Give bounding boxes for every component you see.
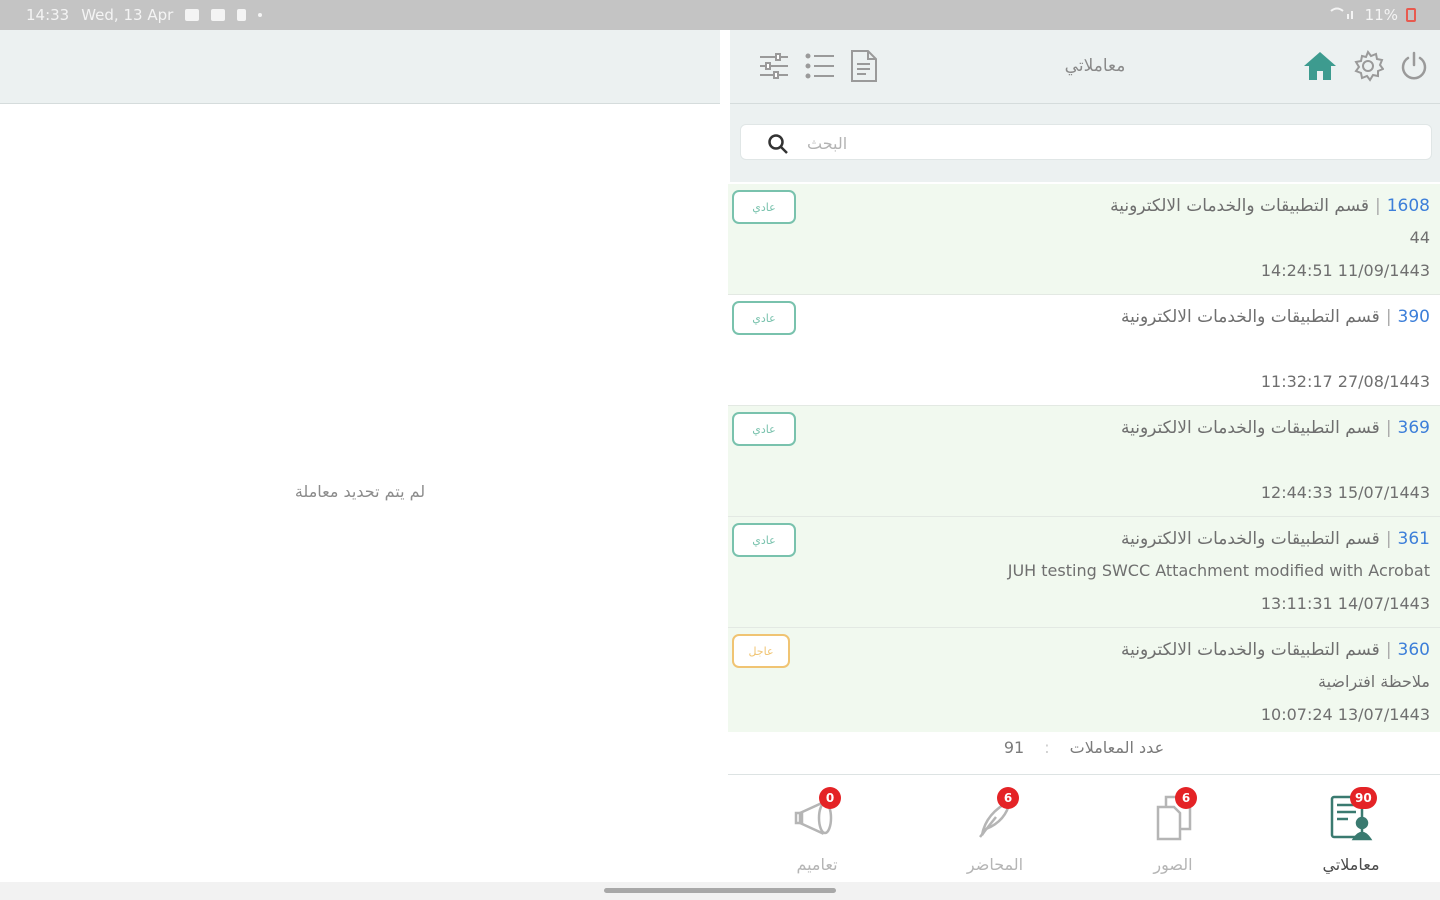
tab-badge: 0: [819, 787, 841, 809]
transaction-number: 360: [1397, 640, 1430, 660]
transaction-row[interactable]: 390|قسم التطبيقات والخدمات الالكترونية 1…: [728, 295, 1440, 406]
transaction-department: قسم التطبيقات والخدمات الالكترونية: [1120, 307, 1380, 327]
detail-toolbar: [0, 30, 730, 104]
transaction-count: 91: عدد المعاملات: [1003, 738, 1165, 757]
home-gesture-handle[interactable]: [604, 888, 836, 893]
list-view-button[interactable]: [802, 50, 838, 86]
transaction-datetime: 11:32:17 27/08/1443: [1260, 372, 1430, 391]
transaction-number: 390: [1397, 307, 1430, 327]
tab-my-transactions[interactable]: 90 معاملاتي: [1262, 775, 1440, 883]
gallery-notification-icon: [185, 9, 200, 21]
logout-button[interactable]: [1396, 50, 1432, 86]
tab-circulars[interactable]: 0 تعاميم: [728, 775, 906, 883]
search-box[interactable]: [740, 124, 1432, 160]
priority-badge: عاجل: [732, 634, 790, 668]
list-icon: [804, 50, 836, 86]
transaction-row[interactable]: 1608|قسم التطبيقات والخدمات الالكترونية …: [728, 184, 1440, 295]
priority-badge: عادي: [732, 412, 796, 446]
tab-label: الصور: [1153, 855, 1193, 874]
tab-minutes[interactable]: 6 المحاضر: [906, 775, 1084, 883]
transaction-datetime: 13:11:31 14/07/1443: [1260, 594, 1430, 613]
battery-saver-icon: [237, 9, 247, 21]
transaction-number: 361: [1397, 529, 1430, 549]
youtube-notification-icon: [211, 9, 226, 21]
status-date: Wed, 13 Apr: [81, 6, 174, 24]
priority-badge: عادي: [732, 523, 796, 557]
wifi-signal-icon: [1329, 6, 1357, 24]
transaction-subject: ملاحظة افتراضية: [1318, 672, 1430, 691]
tab-badge: 6: [997, 787, 1019, 809]
system-nav-bar: [0, 882, 1440, 900]
detail-pane: لم يتم تحديد معاملة: [0, 30, 730, 882]
more-notifications-icon: [258, 13, 263, 17]
status-bar: 14:33 Wed, 13 Apr 11%: [0, 0, 1440, 30]
transaction-datetime: 14:24:51 11/09/1443: [1260, 261, 1430, 280]
sliders-icon: [758, 50, 790, 86]
transaction-subject: JUH testing SWCC Attachment modified wit…: [1007, 561, 1430, 580]
transaction-number: 1608: [1386, 196, 1430, 216]
transaction-datetime: 10:07:24 13/07/1443: [1260, 705, 1430, 724]
settings-button[interactable]: [1350, 49, 1386, 86]
transaction-department: قسم التطبيقات والخدمات الالكترونية: [1120, 640, 1380, 660]
transaction-list: 1608|قسم التطبيقات والخدمات الالكترونية …: [728, 184, 1440, 732]
priority-badge: عادي: [732, 190, 796, 224]
search-area: [730, 104, 1440, 182]
tab-label: المحاضر: [966, 855, 1024, 874]
transaction-row[interactable]: 361|قسم التطبيقات والخدمات الالكترونية J…: [728, 517, 1440, 628]
bottom-tab-bar: 0 تعاميم 6 المحاضر 6 الصور 90 معاملاتي: [728, 774, 1440, 882]
count-label: عدد المعاملات: [1069, 738, 1165, 757]
transaction-department: قسم التطبيقات والخدمات الالكترونية: [1120, 418, 1380, 438]
gear-icon: [1352, 49, 1385, 86]
transaction-department: قسم التطبيقات والخدمات الالكترونية: [1120, 529, 1380, 549]
transaction-department: قسم التطبيقات والخدمات الالكترونية: [1110, 196, 1369, 216]
report-button[interactable]: [846, 50, 882, 86]
tab-badge: 6: [1175, 787, 1197, 809]
transaction-number: 369: [1397, 418, 1430, 438]
filter-button[interactable]: [756, 50, 792, 86]
tab-label: تعاميم: [796, 855, 838, 874]
search-icon: [767, 133, 789, 159]
transaction-subject: 44: [1409, 228, 1430, 247]
priority-badge: عادي: [732, 301, 796, 335]
battery-percent: 11%: [1364, 6, 1398, 24]
app-header: معاملاتي: [730, 30, 1440, 104]
transaction-row[interactable]: 369|قسم التطبيقات والخدمات الالكترونية 1…: [728, 406, 1440, 517]
battery-icon: [1406, 8, 1416, 22]
home-button[interactable]: [1302, 50, 1338, 86]
tab-label: معاملاتي: [1322, 855, 1380, 874]
search-input[interactable]: [807, 131, 1407, 155]
home-icon: [1302, 50, 1338, 86]
transaction-datetime: 12:44:33 15/07/1443: [1260, 483, 1430, 502]
empty-state-message: لم يتم تحديد معاملة: [294, 482, 426, 501]
count-value: 91: [1003, 738, 1025, 757]
transaction-row[interactable]: 360|قسم التطبيقات والخدمات الالكترونية م…: [728, 628, 1440, 732]
page-title: معاملاتي: [1064, 56, 1126, 76]
status-time: 14:33: [26, 6, 70, 24]
document-icon: [848, 49, 880, 87]
tab-badge: 90: [1350, 787, 1377, 809]
tab-copies[interactable]: 6 الصور: [1084, 775, 1262, 883]
power-icon: [1398, 50, 1430, 86]
